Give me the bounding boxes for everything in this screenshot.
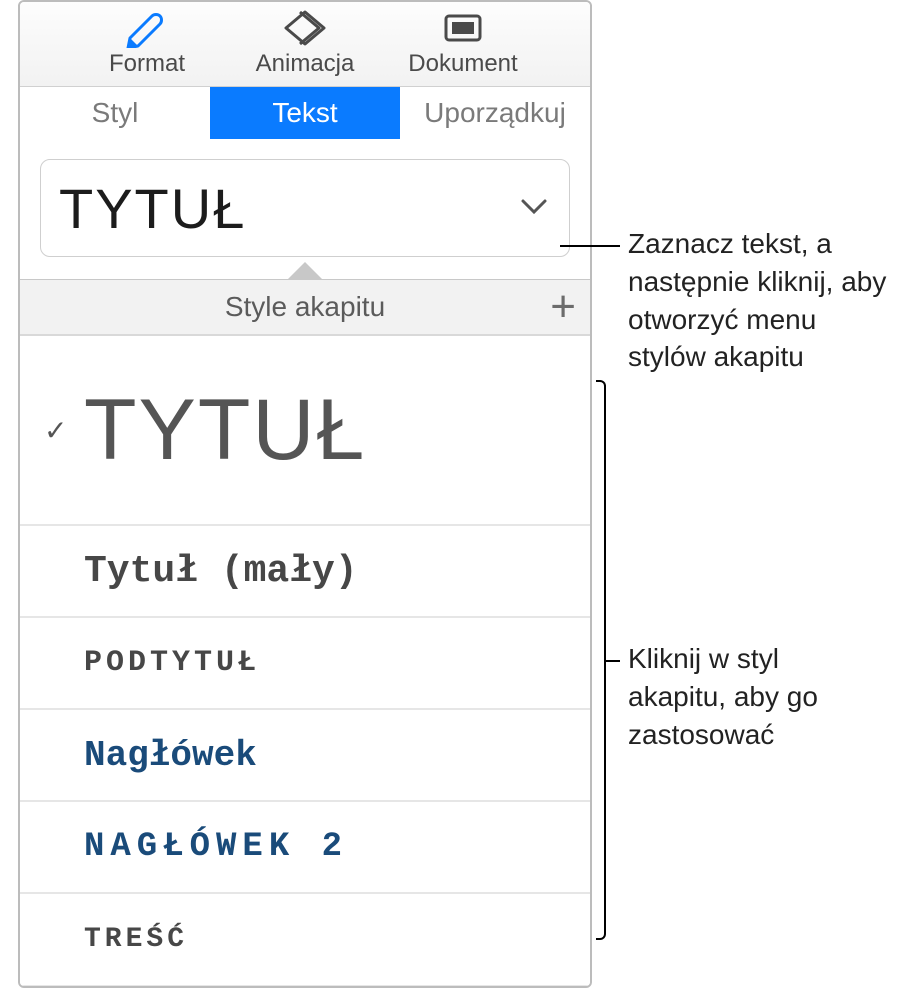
check-icon: ✓	[44, 414, 78, 447]
document-tool[interactable]: Dokument	[398, 8, 528, 78]
style-item-label: NAGŁÓWEK 2	[78, 828, 566, 866]
style-item-label: PODTYTUŁ	[78, 646, 566, 680]
style-item-label: Tytuł (mały)	[78, 550, 566, 593]
style-item-tytul-maly[interactable]: Tytuł (mały)	[20, 526, 590, 618]
tab-style[interactable]: Styl	[20, 87, 210, 139]
animate-label: Animacja	[256, 50, 355, 78]
diamond-outline-icon	[282, 8, 328, 48]
format-label: Format	[109, 50, 185, 78]
inspector-panel: Format Animacja Dokument Styl Tekst Upor…	[18, 0, 592, 988]
style-item-tresc[interactable]: TREŚĆ	[20, 894, 590, 986]
style-item-naglowek2[interactable]: NAGŁÓWEK 2	[20, 802, 590, 894]
popup-header: Style akapitu +	[20, 280, 590, 336]
format-tool[interactable]: Format	[82, 8, 212, 78]
document-label: Dokument	[408, 50, 517, 78]
current-style-label: TYTUŁ	[59, 176, 246, 241]
style-item-naglowek[interactable]: Nagłówek	[20, 710, 590, 802]
callout-top: Zaznacz tekst, a następnie kliknij, aby …	[628, 225, 888, 376]
style-item-podtytul[interactable]: PODTYTUŁ	[20, 618, 590, 710]
style-item-tytul[interactable]: ✓ TYTUŁ	[20, 336, 590, 526]
paragraph-styles-popup: Style akapitu + ✓ TYTUŁ Tytuł (mały) POD…	[20, 279, 590, 986]
tab-arrange[interactable]: Uporządkuj	[400, 87, 590, 139]
style-item-label: TREŚĆ	[78, 924, 566, 955]
inspector-subtabs: Styl Tekst Uporządkuj	[20, 86, 590, 139]
style-item-label: TYTUŁ	[78, 387, 566, 473]
paragraph-style-selector[interactable]: TYTUŁ	[40, 159, 570, 257]
brush-icon	[124, 8, 170, 48]
style-list: ✓ TYTUŁ Tytuł (mały) PODTYTUŁ Nagłówek N…	[20, 336, 590, 986]
callout-leader-bottom	[606, 660, 620, 662]
chevron-down-icon	[519, 196, 549, 221]
callout-leader-top	[560, 245, 620, 247]
popup-title: Style akapitu	[225, 291, 385, 323]
callout-bracket	[596, 380, 606, 940]
document-rect-icon	[440, 8, 486, 48]
add-style-button[interactable]: +	[550, 285, 576, 329]
toolbar: Format Animacja Dokument	[20, 2, 590, 86]
tab-text[interactable]: Tekst	[210, 87, 400, 139]
popup-arrow-icon	[289, 264, 321, 280]
callout-bottom: Kliknij w styl akapitu, aby go zastosowa…	[628, 640, 868, 753]
style-item-label: Nagłówek	[78, 735, 566, 776]
paragraph-style-selector-wrap: TYTUŁ	[20, 139, 590, 279]
animate-tool[interactable]: Animacja	[240, 8, 370, 78]
